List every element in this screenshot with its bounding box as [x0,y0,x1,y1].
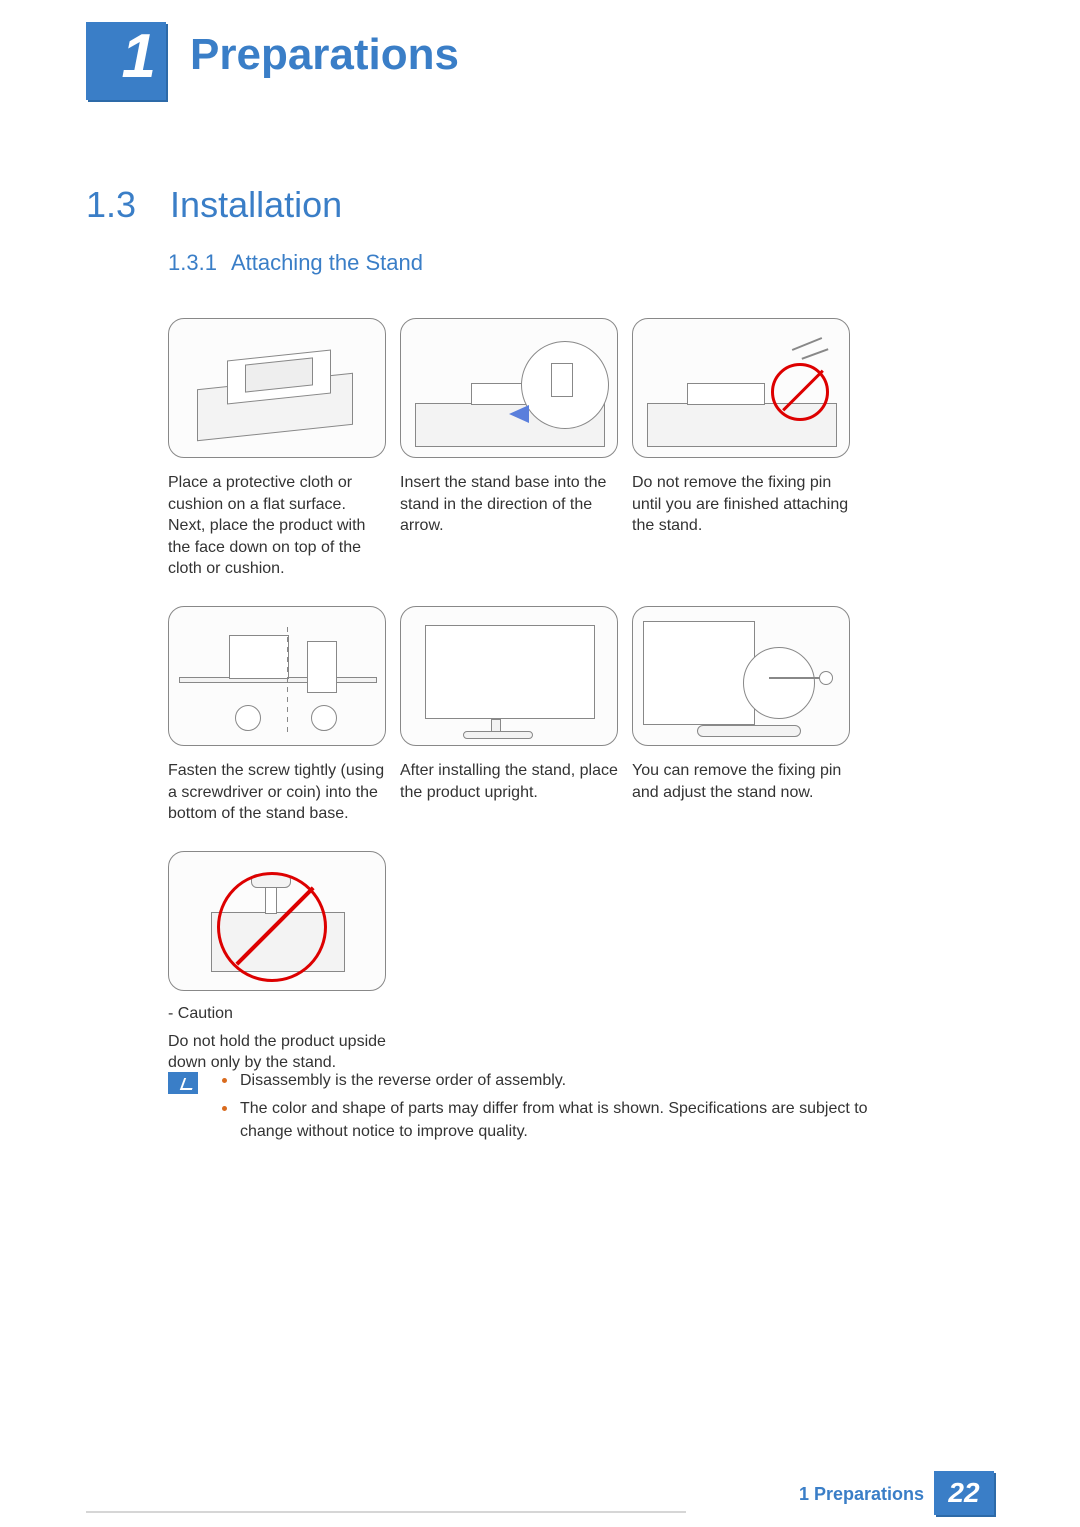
chapter-number-badge: 1 [86,22,166,100]
section-number: 1.3 [86,184,136,226]
step-5-figure [400,606,618,746]
step-5: After installing the stand, place the pr… [400,606,618,825]
chapter-number: 1 [122,26,156,88]
step-1: Place a protective cloth or cushion on a… [168,318,386,580]
step-caution-figure [168,851,386,991]
step-3: Do not remove the fixing pin until you a… [632,318,850,580]
section-title: Installation [170,184,342,226]
note-item: The color and shape of parts may differ … [222,1098,888,1143]
step-4: Fasten the screw tightly (using a screwd… [168,606,386,825]
step-2-figure [400,318,618,458]
step-6-figure [632,606,850,746]
step-3-figure [632,318,850,458]
note-icon [168,1072,198,1094]
page-number: 22 [948,1477,979,1509]
footer-text: 1 Preparations [799,1484,924,1505]
step-1-figure [168,318,386,458]
step-2: Insert the stand base into the stand in … [400,318,618,580]
section-heading: 1.3 Installation [86,184,342,226]
step-6: You can remove the fixing pin and adjust… [632,606,850,825]
step-6-caption: You can remove the fixing pin and adjust… [632,760,850,803]
page-header: 1 Preparations [0,0,1080,100]
step-caution: - Caution Do not hold the product upside… [168,851,386,1074]
subsection-heading: 1.3.1 Attaching the Stand [168,250,423,276]
step-2-caption: Insert the stand base into the stand in … [400,472,618,537]
step-4-caption: Fasten the screw tightly (using a screwd… [168,760,386,825]
notes-block: Disassembly is the reverse order of asse… [168,1070,888,1149]
subsection-title: Attaching the Stand [231,250,423,276]
notes-list: Disassembly is the reverse order of asse… [222,1070,888,1149]
footer-rule [86,1511,686,1513]
step-5-caption: After installing the stand, place the pr… [400,760,618,803]
steps-grid: Place a protective cloth or cushion on a… [168,318,868,1074]
chapter-title: Preparations [190,30,459,80]
caution-text: Do not hold the product upside down only… [168,1031,386,1074]
manual-page: 1 Preparations 1.3 Installation 1.3.1 At… [0,0,1080,1527]
step-1-caption: Place a protective cloth or cushion on a… [168,472,386,580]
step-4-figure [168,606,386,746]
subsection-number: 1.3.1 [168,250,217,276]
caution-label: - Caution [168,1005,386,1023]
step-3-caption: Do not remove the fixing pin until you a… [632,472,850,537]
note-item: Disassembly is the reverse order of asse… [222,1070,888,1092]
page-number-badge: 22 [934,1471,994,1515]
